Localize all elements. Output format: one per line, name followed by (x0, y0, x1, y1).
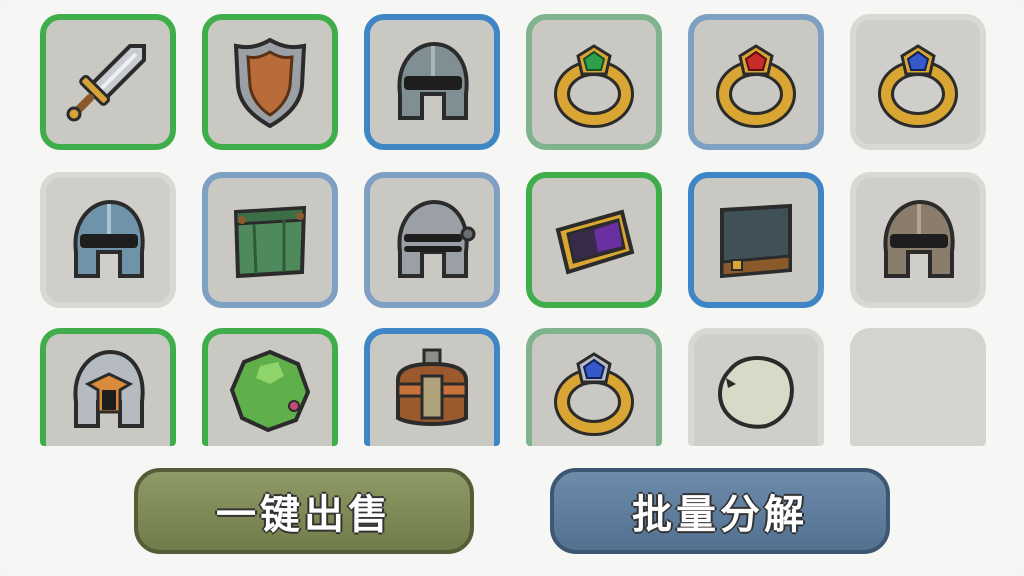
inventory-slot-blue-helmet[interactable] (40, 172, 176, 308)
inventory-slot-pale-stone[interactable] (688, 328, 824, 446)
inventory-slot-knight-helmet[interactable] (364, 172, 500, 308)
knight-helmet-icon (397, 199, 476, 278)
inventory-slot-green-cloth-armor[interactable] (202, 172, 338, 308)
batch-salvage-button[interactable]: 批量分解 (550, 468, 890, 554)
shield-icon (233, 37, 307, 129)
dark-cloth-armor-icon (720, 203, 792, 279)
inventory-slot-gold-crest-helmet[interactable] (40, 328, 176, 446)
sell-all-label: 一键出售 (216, 492, 392, 538)
inventory-panel: 一键出售 批量分解 (0, 0, 1024, 576)
sell-all-button[interactable]: 一键出售 (134, 468, 474, 554)
inventory-slot-green-slime-orb[interactable] (202, 328, 338, 446)
inventory-slot-dark-cloth-armor[interactable] (688, 172, 824, 308)
blue-helmet-icon (73, 199, 145, 278)
batch-salvage-label: 批量分解 (632, 492, 808, 538)
inventory-slot-sapphire-ring-2[interactable] (526, 328, 662, 446)
emerald-ring-icon (554, 44, 634, 128)
inventory-slot-empty[interactable] (850, 328, 986, 446)
ruby-ring-icon (716, 44, 796, 128)
inventory-slot-shield[interactable] (202, 14, 338, 150)
inventory-slot-sword[interactable] (40, 14, 176, 150)
pale-stone-icon (717, 356, 794, 429)
green-cloth-armor-icon (233, 205, 307, 279)
inventory-slot-leather-chestplate[interactable] (364, 328, 500, 446)
inventory-slot-sapphire-ring[interactable] (850, 14, 986, 150)
sapphire-ring-icon (878, 44, 958, 128)
inventory-slot-gold-bracer[interactable] (526, 172, 662, 308)
sapphire-ring-icon (554, 352, 634, 436)
inventory-slot-helmet[interactable] (364, 14, 500, 150)
gold-crest-helmet-icon (73, 349, 145, 428)
green-slime-orb-icon (229, 349, 311, 433)
leather-chestplate-icon (396, 348, 468, 426)
sword-icon (66, 44, 146, 122)
bronze-helmet-icon (883, 199, 955, 278)
inventory-slot-bronze-helmet[interactable] (850, 172, 986, 308)
helmet-icon (397, 41, 469, 120)
gold-bracer-icon (555, 209, 635, 275)
inventory-slot-emerald-ring[interactable] (526, 14, 662, 150)
inventory-slot-ruby-ring[interactable] (688, 14, 824, 150)
